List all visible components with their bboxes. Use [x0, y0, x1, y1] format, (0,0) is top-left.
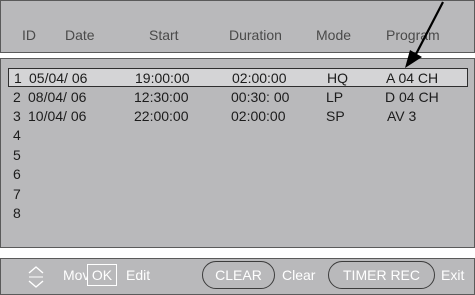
row-id: 1 — [14, 70, 22, 86]
row-id: 8 — [13, 205, 21, 221]
row-start: 22:00:00 — [134, 108, 189, 124]
timer-row-8[interactable]: 8 — [13, 204, 468, 223]
row-mode: LP — [326, 89, 344, 105]
row-id: 3 — [13, 108, 21, 124]
row-id: 6 — [13, 166, 21, 182]
clear-key[interactable]: CLEAR — [202, 261, 275, 289]
column-header-duration: Duration — [229, 27, 282, 43]
row-id: 7 — [13, 186, 21, 202]
exit-label: Exit — [441, 267, 465, 283]
row-id: 4 — [13, 127, 21, 143]
row-mode: HQ — [327, 70, 348, 86]
column-header-program: Program — [386, 27, 440, 43]
column-header-mode: Mode — [316, 27, 352, 43]
timer-row-2[interactable]: 2 08/04/ 06 12:30:00 00:30: 00 LP D 04 C… — [13, 88, 468, 107]
row-date: 05/04/ 06 — [29, 70, 88, 86]
timer-row-3[interactable]: 3 10/04/ 06 22:00:00 02:00:00 SP AV 3 — [13, 107, 468, 126]
edit-label: Edit — [126, 267, 151, 283]
row-id: 5 — [13, 147, 21, 163]
row-id: 2 — [13, 89, 21, 105]
row-program: A 04 CH — [386, 70, 439, 86]
timer-row-7[interactable]: 7 — [13, 185, 468, 204]
timer-row-4[interactable]: 4 — [13, 126, 468, 145]
row-duration: 02:00:00 — [232, 70, 287, 86]
ok-key[interactable]: OK — [87, 264, 117, 286]
row-duration: 00:30: 00 — [231, 89, 290, 105]
row-program: D 04 CH — [385, 89, 439, 105]
row-date: 08/04/ 06 — [28, 89, 87, 105]
timer-rec-key[interactable]: TIMER REC — [328, 261, 435, 289]
key-guide-bar: Move OK Edit CLEAR Clear TIMER REC Exit — [0, 258, 475, 295]
timer-row-5[interactable]: 5 — [13, 146, 468, 165]
timer-list: 1 05/04/ 06 19:00:00 02:00:00 HQ A 04 CH… — [0, 58, 475, 248]
row-date: 10/04/ 06 — [28, 108, 87, 124]
row-duration: 02:00:00 — [231, 108, 286, 124]
timer-row-1[interactable]: 1 05/04/ 06 19:00:00 02:00:00 HQ A 04 CH — [8, 68, 468, 87]
column-header-bar: ID Date Start Duration Mode Program — [0, 0, 475, 53]
clear-label: Clear — [282, 267, 316, 283]
up-down-arrows-icon — [28, 266, 44, 288]
row-mode: SP — [326, 108, 345, 124]
column-header-id: ID — [22, 27, 36, 43]
row-program: AV 3 — [387, 108, 417, 124]
row-start: 12:30:00 — [134, 89, 189, 105]
column-header-date: Date — [65, 27, 95, 43]
row-start: 19:00:00 — [135, 70, 190, 86]
timer-row-6[interactable]: 6 — [13, 165, 468, 184]
column-header-start: Start — [149, 27, 179, 43]
